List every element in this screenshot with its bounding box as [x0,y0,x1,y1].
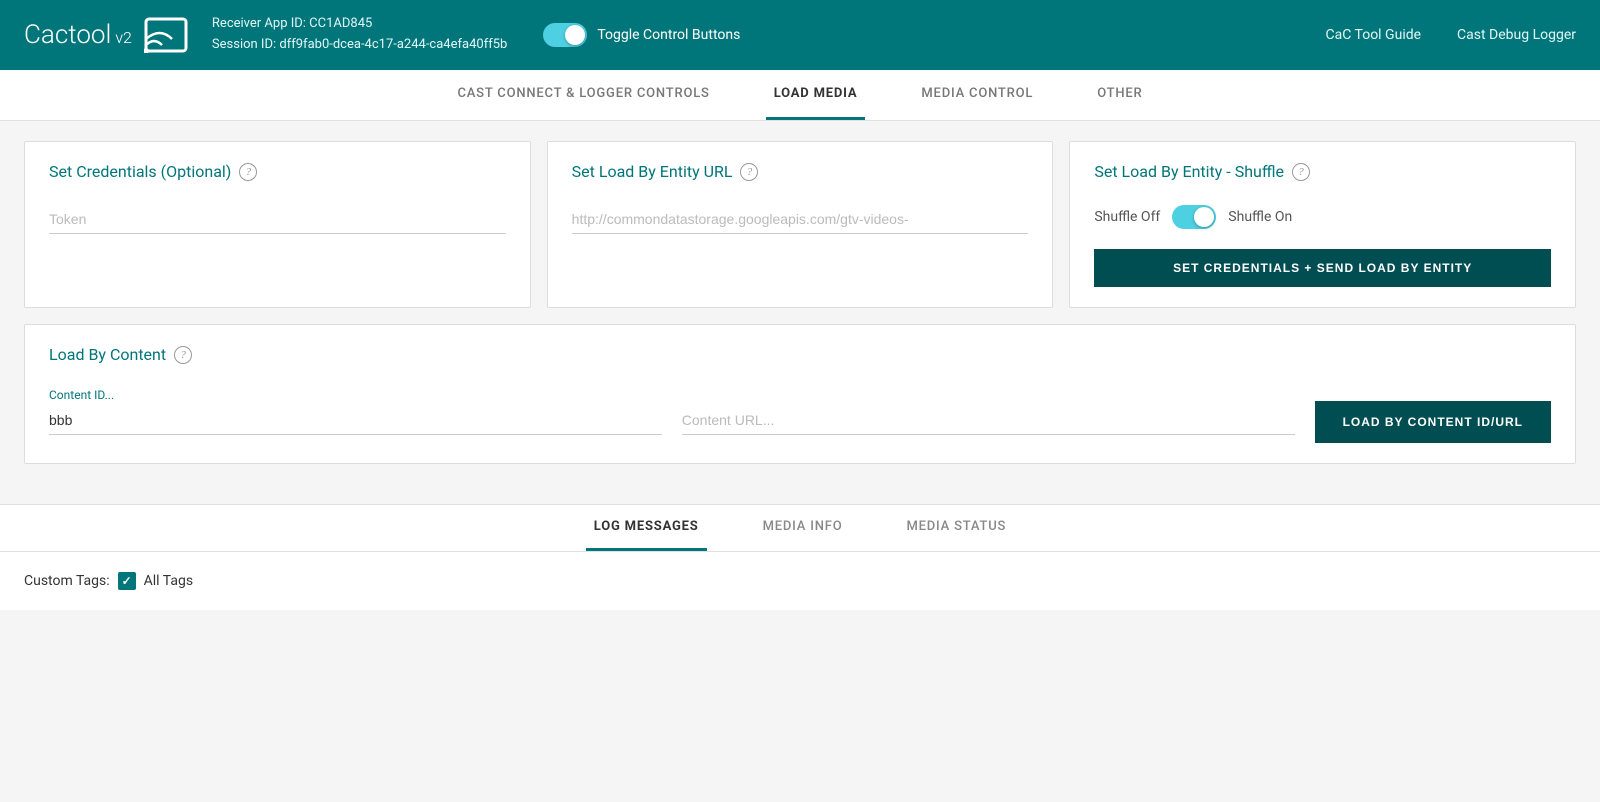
shuffle-on-label: Shuffle On [1228,209,1292,225]
credentials-card: Set Credentials (Optional) ? [24,141,531,308]
entity-shuffle-card: Set Load By Entity - Shuffle ? Shuffle O… [1069,141,1576,308]
cac-tool-guide-link[interactable]: CaC Tool Guide [1326,27,1422,43]
shuffle-toggle-row: Shuffle Off Shuffle On [1094,205,1551,229]
logo-version: v2 [115,28,132,47]
credentials-title-text: Set Credentials (Optional) [49,162,231,181]
tab-log-messages[interactable]: LOG MESSAGES [586,505,707,551]
load-content-inputs-row: Content ID... LOAD BY CONTENT ID/URL [49,388,1551,443]
entity-shuffle-help-icon[interactable]: ? [1292,163,1310,181]
tab-media-status[interactable]: MEDIA STATUS [898,505,1014,551]
top-cards-row: Set Credentials (Optional) ? Set Load By… [24,141,1576,308]
all-tags-checkbox[interactable] [118,572,136,590]
entity-url-title: Set Load By Entity URL ? [572,162,1029,181]
bottom-content: Custom Tags: All Tags [0,552,1600,610]
cast-icon [144,17,188,53]
header-nav: CaC Tool Guide Cast Debug Logger [1326,27,1577,43]
cast-debug-logger-link[interactable]: Cast Debug Logger [1457,27,1576,43]
credentials-help-icon[interactable]: ? [239,163,257,181]
main-tabs: CAST CONNECT & LOGGER CONTROLS LOAD MEDI… [0,70,1600,121]
shuffle-off-label: Shuffle Off [1094,209,1160,225]
toggle-switch[interactable] [543,23,587,47]
load-by-content-title-text: Load By Content [49,345,166,364]
bottom-tabs: LOG MESSAGES MEDIA INFO MEDIA STATUS [0,505,1600,552]
tab-media-info[interactable]: MEDIA INFO [755,505,851,551]
custom-tags-label: Custom Tags: [24,573,110,589]
tab-other[interactable]: OTHER [1089,70,1150,120]
content-url-input[interactable] [682,406,1295,435]
content-id-input[interactable] [49,406,662,435]
logo: Cactool v2 [24,17,188,53]
content-url-group [682,406,1295,443]
token-input[interactable] [49,205,506,234]
load-by-content-card: Load By Content ? Content ID... LOAD BY … [24,324,1576,464]
entity-url-title-text: Set Load By Entity URL [572,162,733,181]
entity-shuffle-title-text: Set Load By Entity - Shuffle [1094,162,1284,181]
bottom-section: LOG MESSAGES MEDIA INFO MEDIA STATUS Cus… [0,504,1600,610]
tab-cast-connect[interactable]: CAST CONNECT & LOGGER CONTROLS [449,70,717,120]
shuffle-toggle[interactable] [1172,205,1216,229]
receiver-app-id: Receiver App ID: CC1AD845 [212,14,507,35]
toggle-label: Toggle Control Buttons [597,27,740,43]
load-by-content-help-icon[interactable]: ? [174,346,192,364]
credentials-title: Set Credentials (Optional) ? [49,162,506,181]
entity-url-card: Set Load By Entity URL ? [547,141,1054,308]
content-id-group: Content ID... [49,388,662,443]
load-by-content-button[interactable]: LOAD BY CONTENT ID/URL [1315,401,1551,443]
entity-url-help-icon[interactable]: ? [740,163,758,181]
logo-name: Cactool [24,20,111,50]
session-info: Receiver App ID: CC1AD845 Session ID: df… [212,14,507,56]
tab-load-media[interactable]: LOAD MEDIA [766,70,866,120]
main-content: Set Credentials (Optional) ? Set Load By… [0,121,1600,500]
toggle-control-buttons[interactable]: Toggle Control Buttons [543,23,740,47]
app-header: Cactool v2 Receiver App ID: CC1AD845 Ses… [0,0,1600,70]
content-id-label: Content ID... [49,388,662,402]
entity-url-input[interactable] [572,205,1029,234]
all-tags-label: All Tags [144,573,193,589]
logo-text: Cactool v2 [24,20,132,50]
tab-media-control[interactable]: MEDIA CONTROL [913,70,1041,120]
session-id: Session ID: dff9fab0-dcea-4c17-a244-ca4e… [212,35,507,56]
set-credentials-send-load-entity-button[interactable]: SET CREDENTIALS + SEND LOAD BY ENTITY [1094,249,1551,287]
entity-shuffle-title: Set Load By Entity - Shuffle ? [1094,162,1551,181]
custom-tags-row: Custom Tags: All Tags [24,572,1576,590]
load-by-content-title: Load By Content ? [49,345,1551,364]
